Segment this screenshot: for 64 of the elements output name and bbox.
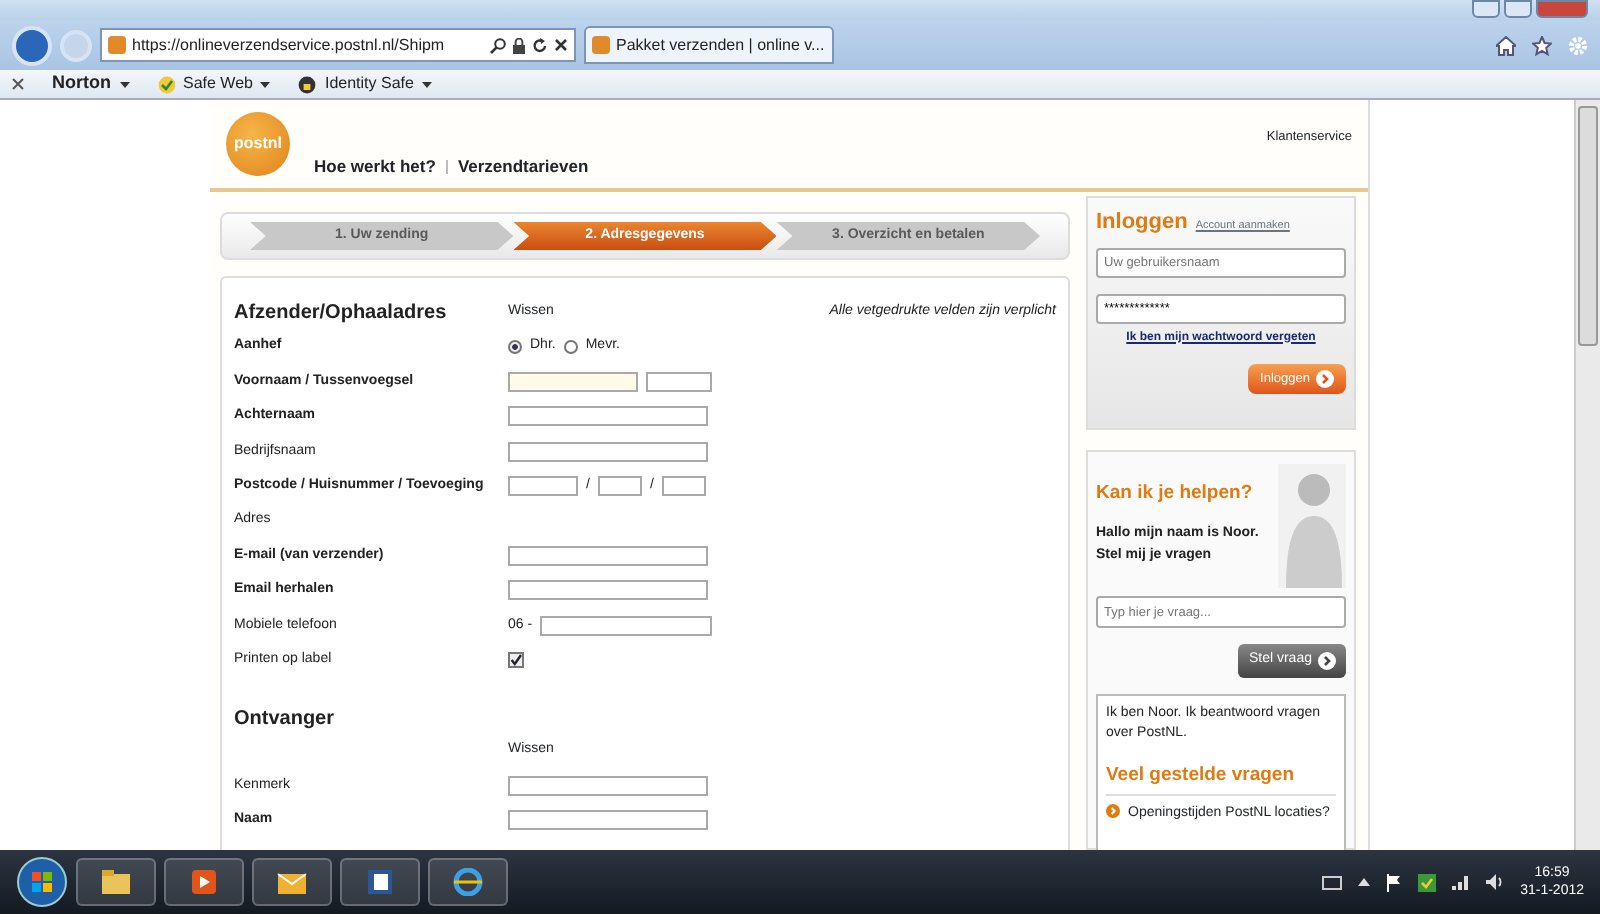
- nav-link[interactable]: Hoe werkt het?: [314, 154, 436, 180]
- favicon-icon: [592, 36, 610, 54]
- signal-icon[interactable]: [1452, 874, 1471, 890]
- toolbar-menu[interactable]: Safe Web: [157, 72, 271, 96]
- caret-icon: [119, 79, 129, 89]
- input-field[interactable]: [508, 406, 708, 427]
- arrow-right-icon: [1106, 803, 1120, 818]
- address-bar[interactable]: https://onlineverzendservice.postnl.nl/Shipm: [100, 28, 576, 62]
- maximize-button[interactable]: [1504, 0, 1532, 18]
- input-field[interactable]: [661, 476, 706, 497]
- taskbar-app[interactable]: [340, 858, 420, 906]
- input-field[interactable]: [508, 372, 638, 393]
- input-field[interactable]: [508, 580, 708, 601]
- search-icon[interactable]: [490, 37, 506, 53]
- refresh-icon[interactable]: [532, 37, 548, 53]
- taskbar-app[interactable]: [76, 858, 156, 906]
- folder-icon: [100, 868, 132, 896]
- caret-icon: [421, 79, 432, 89]
- faq-title: Veel gestelde vragen: [1106, 761, 1336, 796]
- input-field[interactable]: [540, 615, 713, 636]
- back-button[interactable]: [12, 25, 52, 65]
- caret-icon[interactable]: [1358, 878, 1371, 886]
- input-field[interactable]: [508, 476, 578, 497]
- input-field[interactable]: [508, 810, 708, 831]
- close-icon[interactable]: [12, 78, 24, 90]
- input-field[interactable]: [646, 372, 712, 393]
- input-field[interactable]: [508, 775, 708, 796]
- section-title: Afzender/Ophaaladres: [234, 299, 449, 327]
- document-icon: [364, 868, 396, 896]
- taskbar-app[interactable]: [252, 858, 332, 906]
- radio-button[interactable]: [508, 340, 522, 355]
- flag-icon[interactable]: [1386, 873, 1403, 891]
- star-icon[interactable]: [1532, 35, 1552, 55]
- input-field[interactable]: [508, 546, 708, 567]
- globe-icon: [452, 868, 484, 896]
- lock-icon: [512, 37, 526, 53]
- home-icon[interactable]: [1496, 35, 1516, 55]
- input-field[interactable]: [597, 476, 642, 497]
- toolbar-menu[interactable]: Identity Safe: [298, 72, 432, 96]
- scrollbar[interactable]: [1574, 100, 1600, 850]
- speaker-icon[interactable]: [1486, 874, 1505, 890]
- input-field[interactable]: [508, 441, 708, 462]
- nav-link[interactable]: Verzendtarieven: [457, 154, 589, 180]
- photo-placeholder: [1278, 464, 1346, 588]
- section-title: Ontvanger: [234, 705, 335, 734]
- keyboard-icon[interactable]: [1322, 875, 1343, 889]
- start-button[interactable]: [16, 856, 68, 908]
- lock-icon: [298, 75, 317, 93]
- checkbox[interactable]: [508, 652, 524, 669]
- shield-icon[interactable]: [1418, 873, 1437, 891]
- radio-button[interactable]: [563, 340, 578, 355]
- envelope-icon: [276, 868, 308, 896]
- favicon-icon: [108, 36, 126, 54]
- toolbar-menu[interactable]: Norton: [52, 70, 129, 98]
- play-icon: [188, 868, 220, 896]
- arrow-right-icon: [1318, 651, 1336, 670]
- checkmark-icon: [157, 75, 175, 93]
- caret-icon: [260, 79, 271, 89]
- panel-title: Kan ik je helpen?: [1096, 480, 1255, 508]
- minimize-button[interactable]: [1472, 0, 1500, 18]
- browser-tab[interactable]: Pakket verzenden | online v...: [584, 26, 834, 64]
- panel-title: Inloggen: [1096, 208, 1188, 238]
- arrow-right-icon: [1316, 369, 1334, 388]
- close-icon[interactable]: [554, 38, 568, 52]
